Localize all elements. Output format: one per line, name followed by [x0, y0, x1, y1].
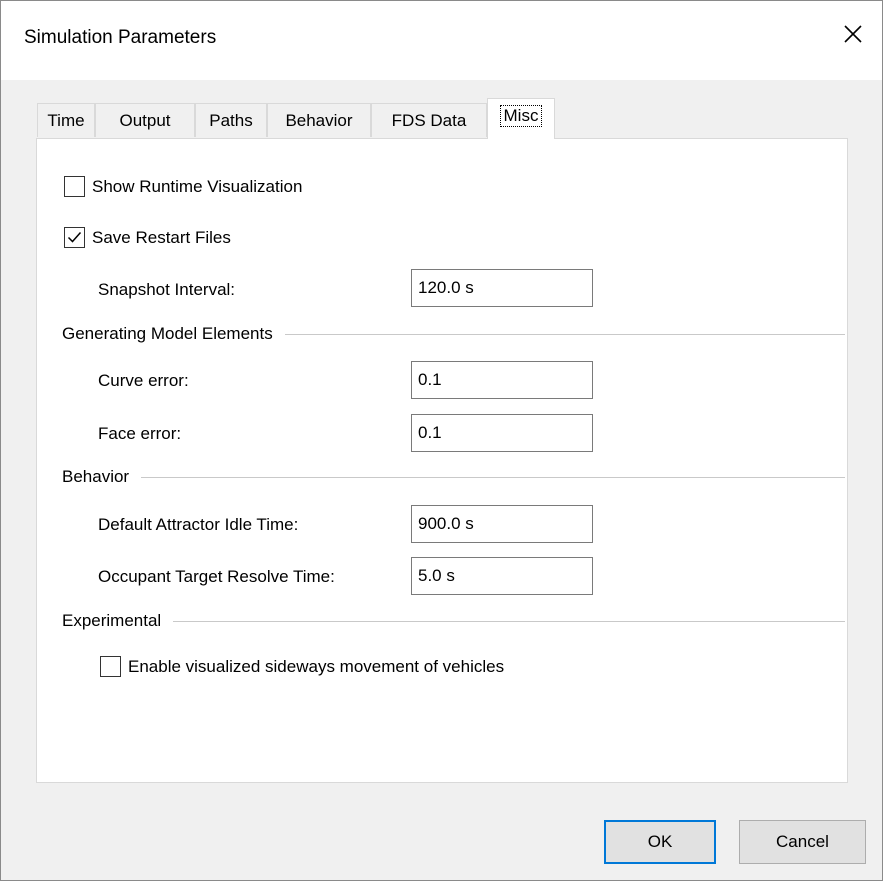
sideways-movement-label: Enable visualized sideways movement of v… [128, 656, 505, 676]
save-restart-files-row[interactable]: Save Restart Files [64, 227, 231, 248]
close-button[interactable] [838, 19, 868, 49]
face-error-label: Face error: [98, 424, 182, 443]
default-attractor-idle-time-label: Default Attractor Idle Time: [98, 515, 299, 534]
curve-error-input[interactable]: 0.1 [411, 361, 593, 399]
show-runtime-visualization-checkbox[interactable] [64, 176, 85, 197]
snapshot-interval-label: Snapshot Interval: [98, 280, 236, 299]
occupant-target-resolve-time-input[interactable]: 5.0 s [411, 557, 593, 595]
group-divider [284, 333, 845, 335]
sideways-movement-checkbox[interactable] [100, 656, 121, 677]
tab-paths[interactable]: Paths [195, 103, 267, 137]
show-runtime-visualization-row[interactable]: Show Runtime Visualization [64, 176, 302, 197]
ok-button[interactable]: OK [604, 820, 716, 864]
occupant-target-resolve-time-label: Occupant Target Resolve Time: [98, 567, 335, 586]
check-icon [67, 232, 82, 243]
sideways-movement-row[interactable]: Enable visualized sideways movement of v… [100, 656, 504, 677]
curve-error-label: Curve error: [98, 371, 189, 390]
group-divider [173, 620, 845, 622]
tab-misc[interactable]: Misc [487, 98, 555, 139]
group-divider [141, 476, 845, 478]
simulation-parameters-dialog: Simulation Parameters Time Output Paths … [0, 0, 883, 881]
window-title: Simulation Parameters [24, 27, 217, 48]
show-runtime-visualization-label: Show Runtime Visualization [92, 176, 303, 196]
behavior-group: Behavior [62, 467, 845, 487]
behavior-header: Behavior [62, 467, 130, 486]
title-bar: Simulation Parameters [1, 1, 882, 80]
save-restart-files-checkbox[interactable] [64, 227, 85, 248]
tab-misc-label: Misc [499, 105, 543, 127]
generating-model-elements-header: Generating Model Elements [62, 324, 273, 343]
default-attractor-idle-time-input[interactable]: 900.0 s [411, 505, 593, 543]
tab-time[interactable]: Time [37, 103, 95, 137]
tab-fds-data[interactable]: FDS Data [371, 103, 487, 137]
cancel-button[interactable]: Cancel [739, 820, 866, 864]
misc-panel: Show Runtime Visualization Save Restart … [36, 138, 848, 783]
tab-output[interactable]: Output [95, 103, 195, 137]
close-icon [844, 25, 862, 43]
experimental-group: Experimental [62, 611, 845, 631]
tab-behavior[interactable]: Behavior [267, 103, 371, 137]
generating-model-elements-group: Generating Model Elements [62, 324, 845, 344]
experimental-header: Experimental [62, 611, 162, 630]
save-restart-files-label: Save Restart Files [92, 227, 231, 247]
snapshot-interval-input[interactable]: 120.0 s [411, 269, 593, 307]
face-error-input[interactable]: 0.1 [411, 414, 593, 452]
